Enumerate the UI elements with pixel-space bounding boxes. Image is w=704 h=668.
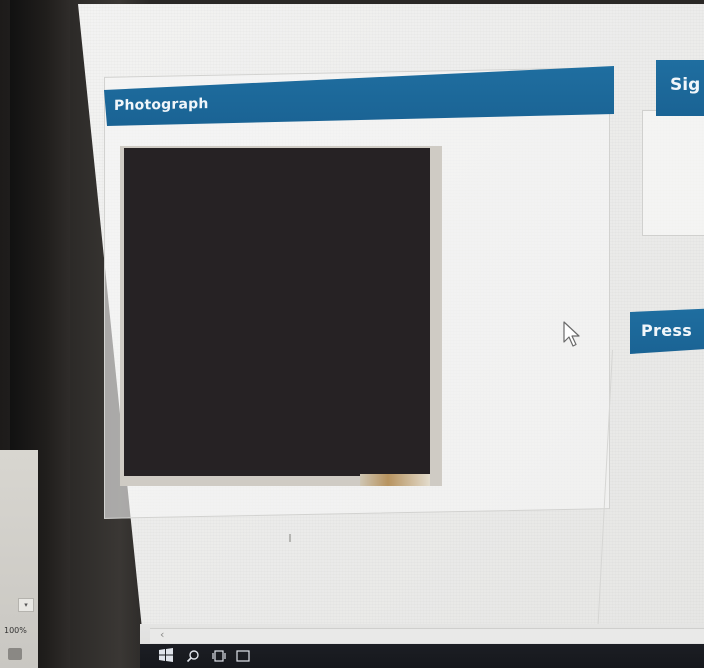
- signature-panel: [642, 110, 704, 236]
- taskbar-app-icon[interactable]: [8, 648, 22, 660]
- background-window-strip: [0, 450, 38, 668]
- search-icon[interactable]: [186, 649, 200, 663]
- arrow-pointer-icon: [563, 321, 580, 347]
- chevron-left-icon[interactable]: ‹: [160, 628, 164, 641]
- photograph-panel-title: Photograph: [114, 96, 209, 114]
- text-caret: [289, 534, 291, 542]
- zoom-level: 100%: [4, 626, 27, 635]
- task-view-icon[interactable]: [212, 649, 226, 663]
- signature-panel-title: Sig: [670, 75, 701, 95]
- taskbar-app-icon[interactable]: [236, 649, 250, 663]
- chevron-down-icon[interactable]: ▾: [18, 598, 34, 612]
- photograph-image[interactable]: [124, 148, 430, 476]
- windows-start-icon[interactable]: [158, 648, 174, 662]
- horizontal-scrollbar[interactable]: [150, 628, 704, 643]
- press-button-label: Press: [641, 321, 693, 340]
- photograph-image-edge: [360, 474, 430, 486]
- photo-of-monitor: ▾ 100% Photograph Sig Press ‹: [0, 0, 704, 668]
